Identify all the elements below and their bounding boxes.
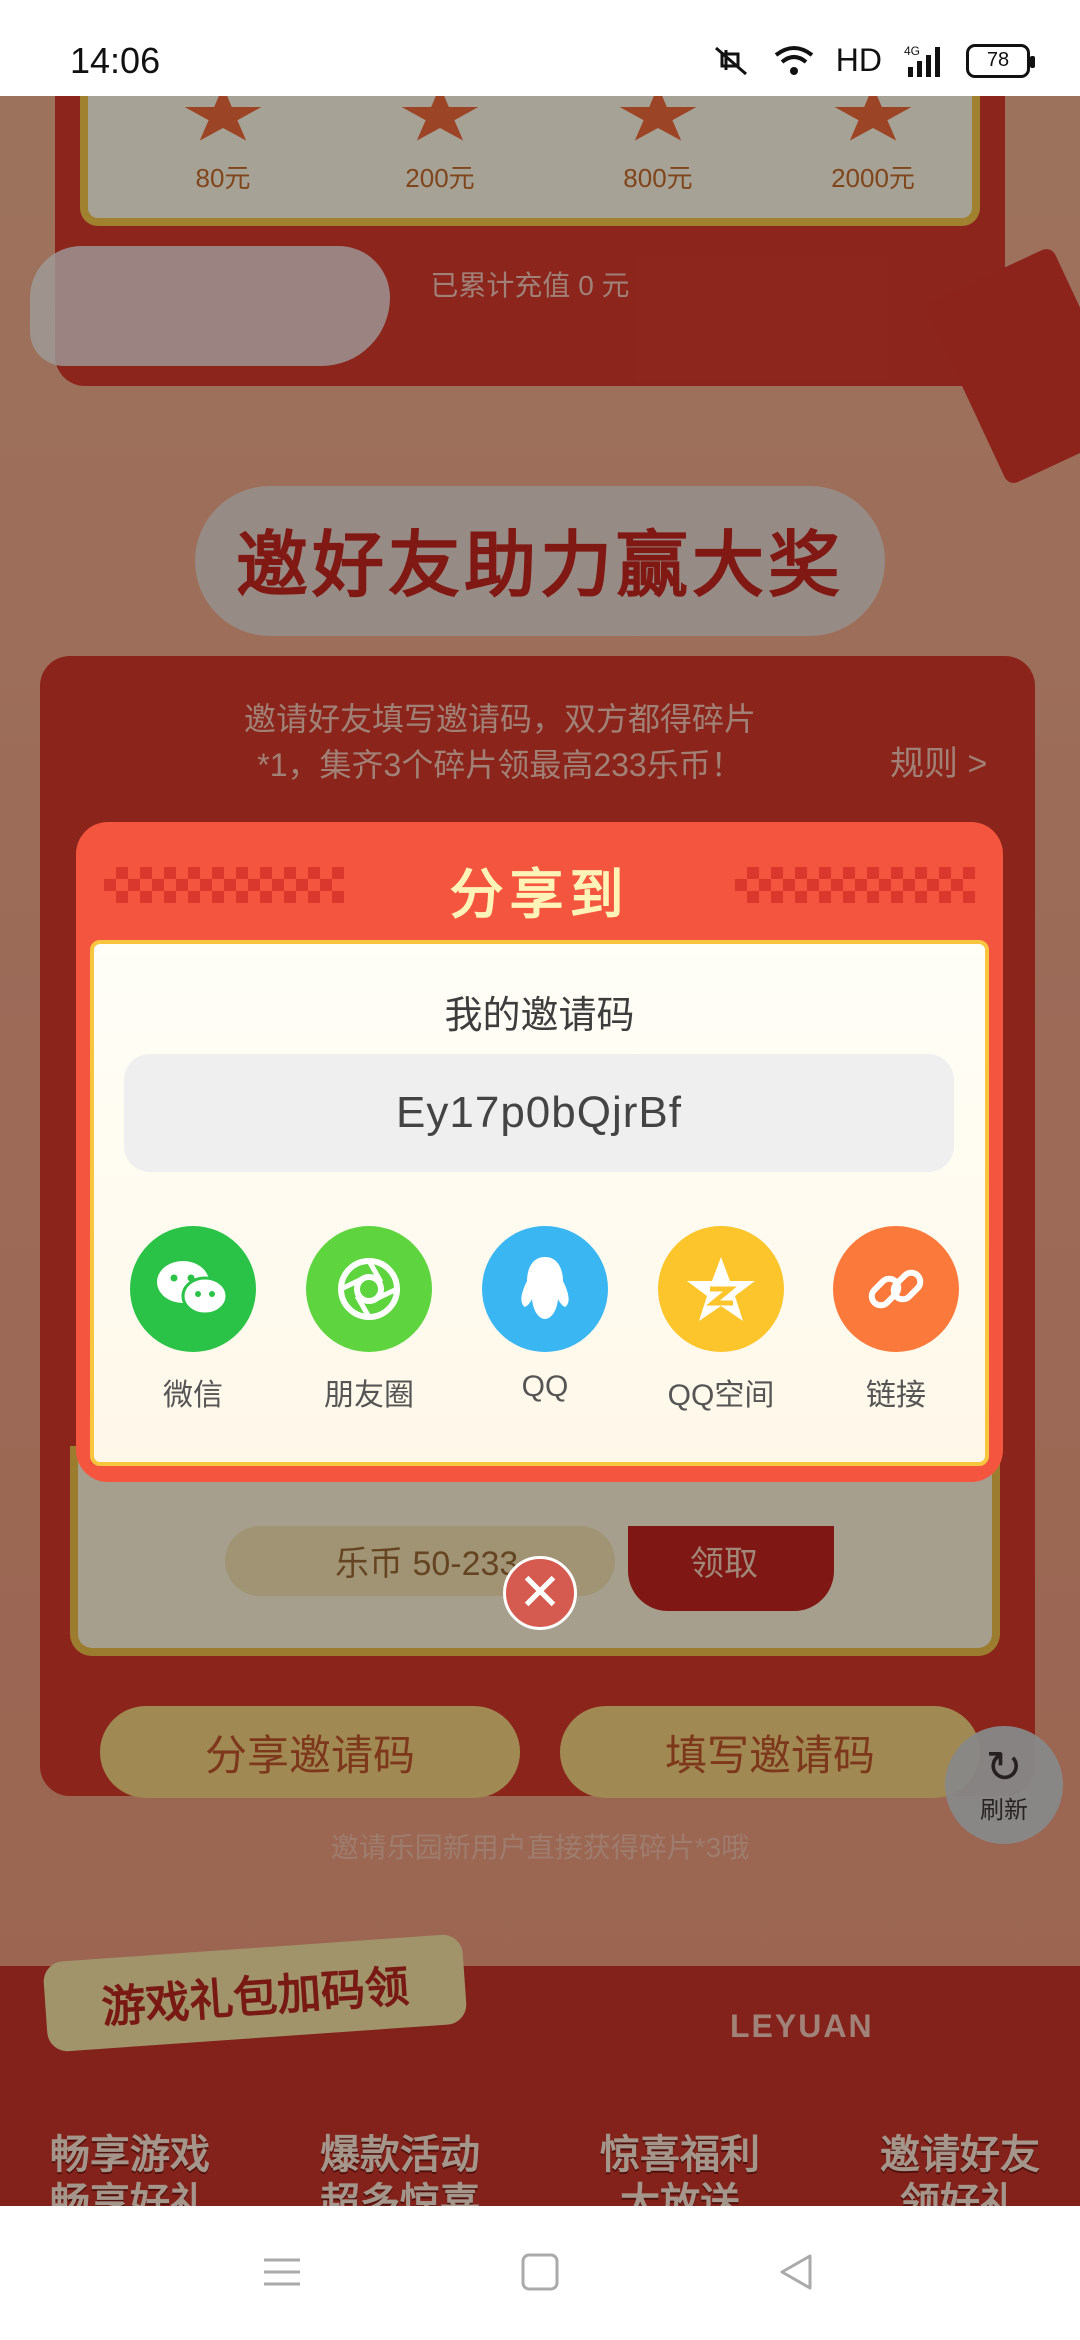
qzone-icon [658, 1226, 784, 1352]
back-icon[interactable] [776, 2252, 816, 2292]
status-bar: 14:06 HD 4G 78 [0, 0, 1080, 96]
moments-icon [306, 1226, 432, 1352]
mute-icon [714, 46, 747, 75]
navigation-bar [0, 2206, 1080, 2340]
cellular-signal-icon: 4G [904, 44, 940, 77]
share-label: 微信 [163, 1379, 223, 1412]
invite-code-field[interactable]: Ey17p0bQjrBf [124, 1054, 954, 1172]
share-qzone[interactable]: QQ空间 [646, 1226, 796, 1414]
battery-icon: 78 [966, 43, 1035, 78]
share-link[interactable]: 链接 [821, 1226, 971, 1414]
share-dialog: 分享到 我的邀请码 Ey17p0bQjrBf 微信 朋友圈 QQ QQ空间 链接 [76, 822, 1003, 1482]
network-hd-label: HD [835, 42, 882, 78]
share-targets: 微信 朋友圈 QQ QQ空间 链接 [94, 1226, 985, 1426]
dialog-title: 分享到 [449, 865, 630, 925]
invite-code-label: 我的邀请码 [444, 995, 635, 1037]
status-time: 14:06 [70, 40, 161, 81]
share-moments[interactable]: 朋友圈 [294, 1226, 444, 1414]
home-icon[interactable] [520, 2252, 560, 2292]
share-label: 链接 [866, 1379, 926, 1412]
close-dialog-button[interactable]: ✕ [503, 1556, 577, 1630]
wechat-icon [130, 1226, 256, 1352]
battery-level: 78 [986, 49, 1010, 71]
share-qq[interactable]: QQ [470, 1226, 620, 1404]
svg-text:4G: 4G [904, 44, 920, 58]
share-label: QQ空间 [667, 1379, 775, 1412]
dialog-body: 我的邀请码 Ey17p0bQjrBf 微信 朋友圈 QQ QQ空间 链接 [90, 940, 989, 1466]
share-label: 朋友圈 [324, 1379, 414, 1412]
qq-icon [482, 1226, 608, 1352]
wifi-icon [774, 45, 814, 75]
status-icons: HD 4G 78 [712, 42, 1035, 79]
share-label: QQ [521, 1370, 569, 1403]
share-wechat[interactable]: 微信 [118, 1226, 268, 1414]
menu-icon[interactable] [262, 2252, 302, 2292]
link-icon [833, 1226, 959, 1352]
